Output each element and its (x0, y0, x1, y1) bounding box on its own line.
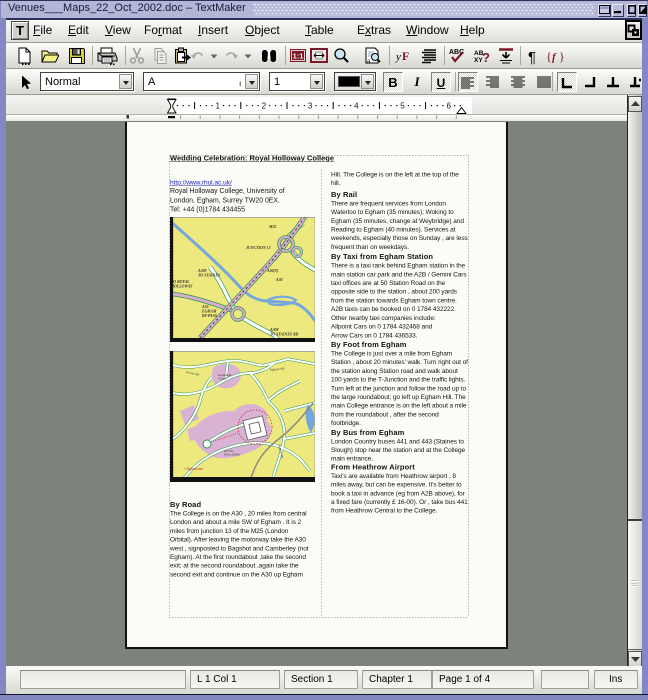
svg-text:+ Egham stn: + Egham stn (184, 467, 203, 471)
svg-text:HOLLOWAY: HOLLOWAY (224, 453, 241, 457)
svg-text:A30: A30 (201, 305, 209, 309)
svg-text:}: } (559, 50, 565, 64)
svg-text:3: 3 (308, 102, 313, 111)
svg-text:TO STAINES RD: TO STAINES RD (270, 333, 299, 337)
svg-text:y: y (395, 51, 401, 63)
svg-text:TO STAINES: TO STAINES (198, 274, 220, 278)
svg-text:A30: A30 (275, 278, 283, 282)
svg-text:EGHAM: EGHAM (201, 310, 217, 314)
svg-text:M25: M25 (268, 225, 276, 229)
svg-text:BY-PASS: BY-PASS (201, 314, 217, 318)
svg-text:6: 6 (446, 102, 451, 111)
svg-text:?: ? (482, 50, 490, 65)
svg-text:5: 5 (400, 102, 405, 111)
svg-text:HOLLOWAY: HOLLOWAY (170, 285, 193, 289)
svg-text:2: 2 (262, 102, 267, 111)
svg-text:A30(T): A30(T) (266, 269, 279, 273)
svg-text:1:1: 1:1 (293, 52, 304, 61)
svg-text:A308: A308 (269, 328, 278, 332)
svg-text:f: f (552, 52, 557, 64)
svg-text:{: { (546, 50, 552, 64)
svg-text:JUNCTION 13: JUNCTION 13 (246, 246, 271, 250)
svg-text:4: 4 (354, 102, 359, 111)
svg-text:1: 1 (215, 102, 220, 111)
svg-text:F: F (402, 49, 409, 63)
svg-text:TO ROYAL: TO ROYAL (171, 280, 190, 284)
svg-text:¶: ¶ (528, 49, 536, 65)
svg-text:Green: Green (218, 377, 227, 381)
svg-text:A308: A308 (197, 269, 206, 273)
